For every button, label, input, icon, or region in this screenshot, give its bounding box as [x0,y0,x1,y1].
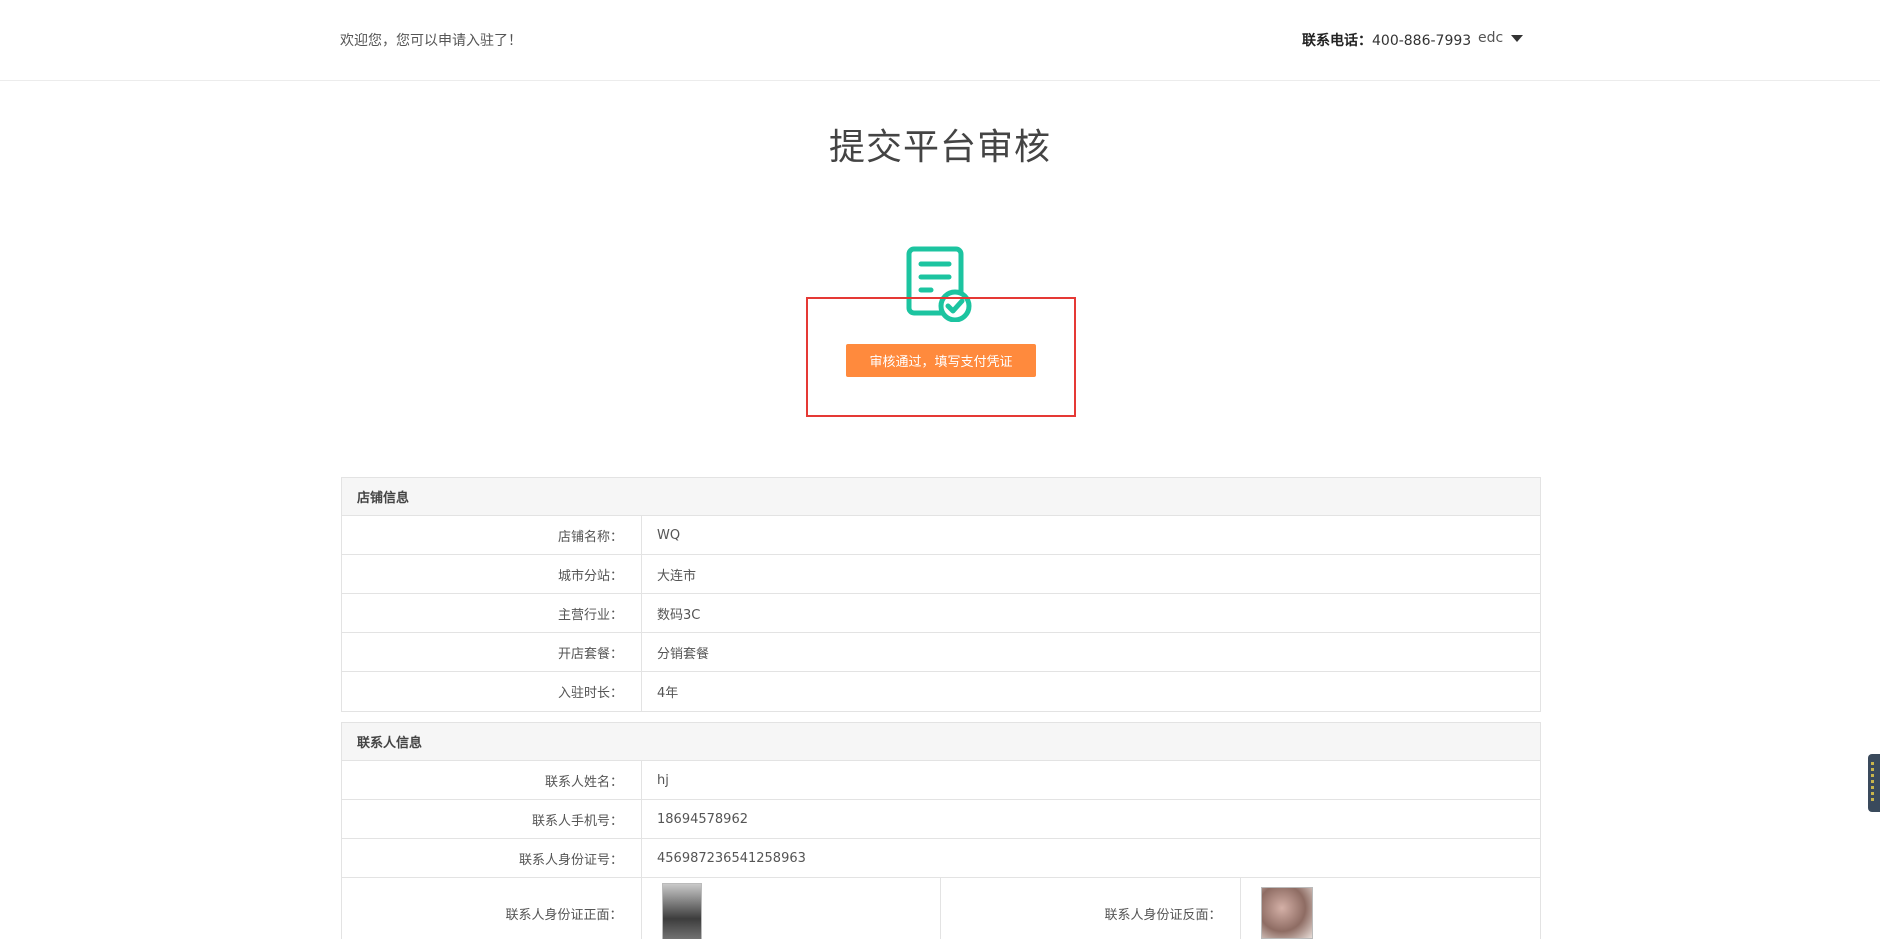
side-toolbar-handle[interactable] [1868,754,1880,812]
row-value: 456987236541258963 [657,850,806,866]
row-label: 入驻时长： [342,672,642,711]
top-bar: 欢迎您，您可以申请入驻了！ 联系电话：400-886-7993 edc [0,0,1880,81]
row-value: 分销套餐 [657,646,710,662]
row-value: 大连市 [657,568,697,584]
page: 欢迎您，您可以申请入驻了！ 联系电话：400-886-7993 edc 提交平台… [0,0,1880,939]
row-value: 数码3C [657,607,701,623]
section-heading: 店铺信息 [342,478,1540,516]
page-title: 提交平台审核 [828,127,1051,168]
table-row: 入驻时长： 4年 [342,672,1540,711]
store-info-table: 店铺信息 店铺名称： WQ 城市分站： 大连市 主营行业： 数码3C 开店套餐：… [341,477,1541,712]
fill-payment-voucher-button[interactable]: 审核通过，填写支付凭证 [846,344,1036,377]
table-row: 联系人姓名： hj [342,761,1540,800]
row-value: 4年 [657,686,679,701]
row-label: 开店套餐： [342,633,642,671]
username: edc [1478,30,1504,46]
table-row: 店铺名称： WQ [342,516,1540,555]
user-menu[interactable]: edc [1478,30,1524,46]
row-label: 店铺名称： [342,516,642,554]
id-back-image-cell [1241,878,1541,939]
table-row: 联系人手机号： 18694578962 [342,800,1540,839]
welcome-text: 欢迎您，您可以申请入驻了！ [340,33,522,49]
row-label: 城市分站： [342,555,642,593]
table-row: 联系人身份证正面： 联系人身份证反面： [342,878,1540,939]
id-front-label: 联系人身份证正面： [342,878,642,939]
table-row: 城市分站： 大连市 [342,555,1540,594]
id-back-label: 联系人身份证反面： [941,878,1241,939]
contact-label: 联系电话： [1302,33,1372,49]
chevron-down-icon [1511,34,1524,42]
contact-phone: 400-886-7993 [1372,33,1472,49]
contact-info: 联系电话：400-886-7993 [1302,30,1471,50]
row-label: 主营行业： [342,594,642,632]
id-back-image[interactable] [1260,887,1313,939]
row-value: WQ [657,527,681,543]
contact-info-table: 联系人信息 联系人姓名： hj 联系人手机号： 18694578962 联系人身… [341,722,1541,939]
row-label: 联系人手机号： [342,800,642,838]
row-label: 联系人姓名： [342,761,642,799]
table-row: 开店套餐： 分销套餐 [342,633,1540,672]
row-value: hj [657,772,669,788]
table-row: 主营行业： 数码3C [342,594,1540,633]
id-front-image-cell [642,878,941,939]
id-front-image[interactable] [661,883,702,939]
row-value: 18694578962 [657,811,748,827]
table-row: 联系人身份证号： 456987236541258963 [342,839,1540,878]
section-heading: 联系人信息 [342,723,1540,761]
row-label: 联系人身份证号： [342,839,642,877]
